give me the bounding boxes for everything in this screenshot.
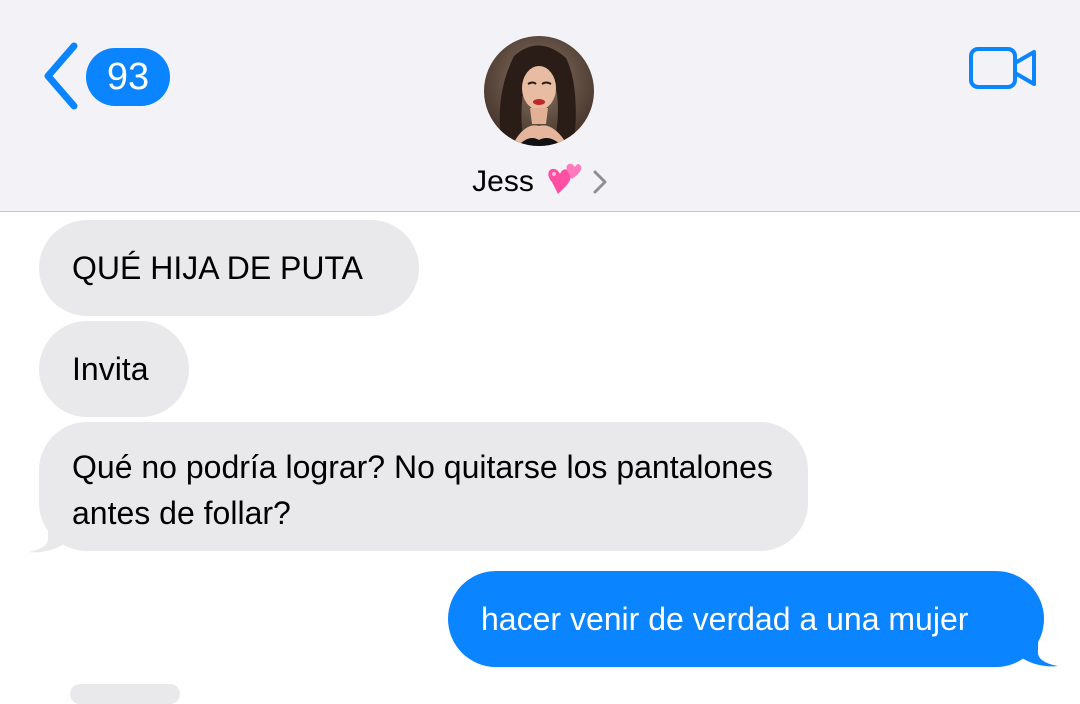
video-camera-icon[interactable] [968, 46, 1038, 90]
back-button[interactable]: 93 [40, 42, 180, 110]
contact-name: Jess [472, 165, 534, 198]
incoming-message-bubble[interactable]: QUÉ HIJA DE PUTA [39, 220, 419, 316]
incoming-message-bubble[interactable]: Invita [39, 321, 189, 417]
unread-count-badge: 93 [86, 48, 170, 106]
outgoing-bubble-tail [1022, 632, 1058, 667]
contact-avatar[interactable] [484, 36, 594, 146]
chevron-right-icon [593, 170, 607, 194]
message-text: QUÉ HIJA DE PUTA [72, 250, 364, 286]
outgoing-message-bubble[interactable]: hacer venir de verdad a una mujer [448, 571, 1044, 667]
message-list[interactable]: QUÉ HIJA DE PUTA Invita Qué no podría lo… [0, 212, 1080, 704]
partially-visible-message-bubble [70, 684, 180, 704]
avatar-photo [484, 36, 594, 146]
message-text: Invita [72, 351, 149, 387]
incoming-bubble-tail [28, 518, 64, 553]
message-text: Qué no podría lograr? No quitarse los pa… [72, 449, 773, 531]
incoming-message-bubble[interactable]: Qué no podría lograr? No quitarse los pa… [39, 422, 808, 551]
two-hearts-emoji-icon [548, 163, 582, 194]
chevron-left-icon [44, 42, 78, 110]
conversation-header: 93 Jess [0, 0, 1080, 212]
message-text: hacer venir de verdad a una mujer [481, 601, 969, 637]
contact-name-row[interactable]: Jess [0, 158, 1080, 206]
